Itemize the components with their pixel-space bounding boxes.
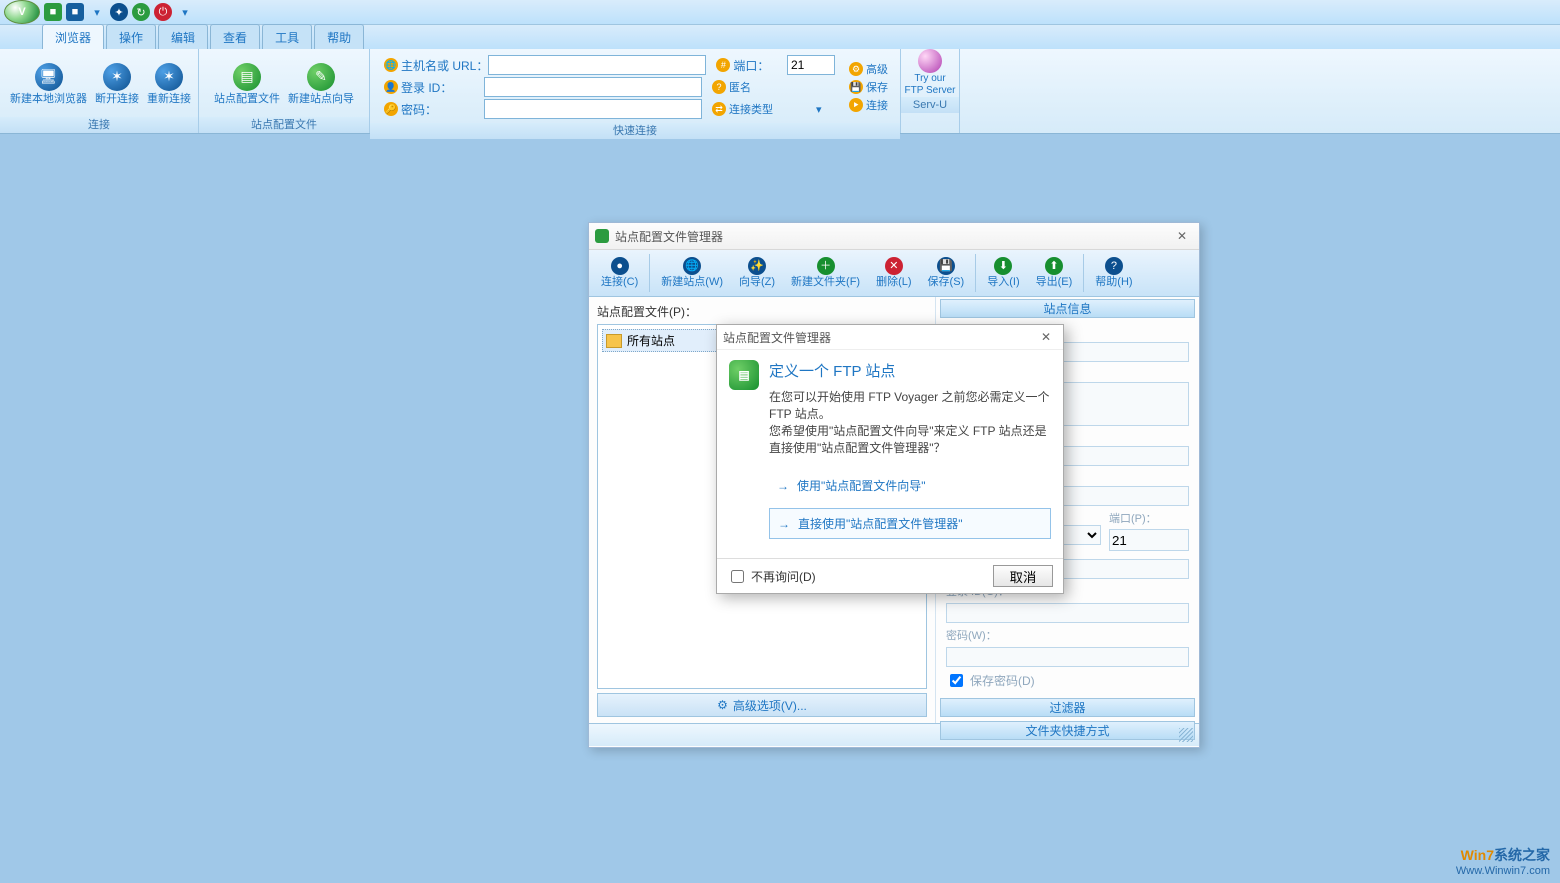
cancel-button[interactable]: 取消 — [993, 565, 1053, 587]
spm-port-input[interactable] — [1109, 529, 1189, 551]
qat-btn-1[interactable]: ■ — [44, 3, 62, 21]
gear-icon: ⚙ — [717, 698, 728, 712]
wiz-text-1: 在您可以开始使用 FTP Voyager 之前您必需定义一个 FTP 站点。 — [769, 389, 1051, 423]
spm-delete-button[interactable]: ✕删除(L) — [868, 255, 919, 291]
save-button[interactable]: 💾保存 — [849, 79, 888, 95]
qat-btn-5[interactable]: ⏻ — [154, 3, 172, 21]
accordion-shortcut[interactable]: 文件夹快捷方式 — [940, 721, 1195, 740]
app-orb-button[interactable]: V — [4, 0, 40, 24]
connection-type-dropdown[interactable]: ⇄连接类型▾ — [712, 101, 822, 117]
disconnect-button[interactable]: ✶ 断开连接 — [91, 61, 143, 108]
try-ftp-server-button[interactable]: Try our FTP Server — [901, 49, 959, 97]
use-wizard-link[interactable]: →使用"站点配置文件向导" — [769, 471, 1051, 500]
spm-toolbar: ●连接(C) 🌐新建站点(W) ✨向导(Z) ＋新建文件夹(F) ✕删除(L) … — [589, 250, 1199, 297]
profile-tree-label: 站点配置文件(P)： — [597, 303, 927, 320]
connect-icon: ⯈ — [849, 98, 863, 112]
group-label-quick: 快速连接 — [370, 123, 900, 139]
spm-password-input[interactable] — [946, 647, 1189, 667]
serv-u-icon — [918, 49, 942, 73]
arrow-right-icon: → — [778, 517, 790, 531]
spm-wizard-button[interactable]: ✨向导(Z) — [731, 255, 783, 291]
reconnect-button[interactable]: ✶ 重新连接 — [143, 61, 195, 108]
group-label-servo: Serv-U — [901, 97, 959, 113]
define-site-prompt-dialog: 站点配置文件管理器 ✕ ▤ 定义一个 FTP 站点 在您可以开始使用 FTP V… — [716, 324, 1064, 594]
save-password-checkbox[interactable]: 保存密码(D) — [946, 671, 1189, 690]
wiz-titlebar[interactable]: 站点配置文件管理器 ✕ — [717, 325, 1063, 350]
advanced-options-button[interactable]: ⚙ 高级选项(V)... — [597, 693, 927, 717]
spm-connect-button[interactable]: ●连接(C) — [593, 255, 646, 291]
globe-icon: 🌐 — [384, 58, 398, 72]
group-label-site: 站点配置文件 — [199, 117, 369, 133]
ribbon-tabstrip: 浏览器 操作 编辑 查看 工具 帮助 — [0, 25, 1560, 49]
group-label-connect: 连接 — [0, 117, 198, 133]
wiz-heading: 定义一个 FTP 站点 — [769, 360, 1051, 381]
qat-btn-4[interactable]: ↻ — [132, 3, 150, 21]
connect-icon: ● — [611, 257, 629, 275]
connect-button[interactable]: ⯈连接 — [849, 97, 888, 113]
password-input[interactable] — [484, 99, 702, 119]
use-manager-link[interactable]: →直接使用"站点配置文件管理器" — [769, 508, 1051, 539]
login-id-input[interactable] — [484, 77, 702, 97]
spm-titlebar[interactable]: 站点配置文件管理器 ✕ — [589, 223, 1199, 250]
spm-new-folder-button[interactable]: ＋新建文件夹(F) — [783, 255, 868, 291]
anon-icon: ? — [712, 80, 726, 94]
folder-plus-icon: ＋ — [817, 257, 835, 275]
qat-customize[interactable]: ▾ — [176, 3, 194, 21]
spm-export-button[interactable]: ⬆导出(E) — [1028, 255, 1081, 291]
anonymous-checkbox[interactable]: ?匿名 — [712, 79, 751, 95]
disconnect-icon: ✶ — [103, 63, 131, 91]
port-input[interactable] — [787, 55, 835, 75]
qat-btn-3[interactable]: ✦ — [110, 3, 128, 21]
host-input[interactable] — [488, 55, 706, 75]
ribbon: 🖥 新建本地浏览器 ✶ 断开连接 ✶ 重新连接 连接 ▤ 站点配置文件 ✎ 新建… — [0, 49, 1560, 134]
new-site-wizard-button[interactable]: ✎ 新建站点向导 — [284, 61, 358, 108]
wizard-large-icon: ▤ — [729, 360, 759, 390]
save-icon: 💾 — [849, 80, 863, 94]
wand-icon: ✨ — [748, 257, 766, 275]
qat-dropdown[interactable]: ▾ — [88, 3, 106, 21]
reconnect-icon: ✶ — [155, 63, 183, 91]
resize-handle[interactable] — [1179, 728, 1193, 742]
port-icon: # — [716, 58, 730, 72]
quick-access-toolbar: V ■ ■ ▾ ✦ ↻ ⏻ ▾ — [0, 0, 1560, 25]
spm-close-button[interactable]: ✕ — [1171, 227, 1193, 245]
globe-plus-icon: 🌐 — [683, 257, 701, 275]
wiz-close-button[interactable]: ✕ — [1035, 328, 1057, 346]
tab-view[interactable]: 查看 — [210, 24, 260, 49]
spm-new-site-button[interactable]: 🌐新建站点(W) — [653, 255, 731, 291]
conn-type-icon: ⇄ — [712, 102, 726, 116]
spm-login-input[interactable] — [946, 603, 1189, 623]
tab-help[interactable]: 帮助 — [314, 24, 364, 49]
spm-save-button[interactable]: 💾保存(S) — [920, 255, 973, 291]
tab-action[interactable]: 操作 — [106, 24, 156, 49]
export-icon: ⬆ — [1045, 257, 1063, 275]
tab-tools[interactable]: 工具 — [262, 24, 312, 49]
spm-help-button[interactable]: ?帮助(H) — [1087, 255, 1140, 291]
advanced-button[interactable]: ⚙高级 — [849, 61, 888, 77]
wizard-icon: ✎ — [307, 63, 335, 91]
user-icon: 👤 — [384, 80, 398, 94]
folder-icon — [606, 334, 622, 348]
tab-browser[interactable]: 浏览器 — [42, 24, 104, 49]
watermark: Win7系统之家 Www.Winwin7.com — [1456, 845, 1550, 877]
profile-icon: ▤ — [233, 63, 261, 91]
spm-icon — [595, 229, 609, 243]
key-icon: 🔑 — [384, 102, 398, 116]
qat-btn-2[interactable]: ■ — [66, 3, 84, 21]
wiz-text-2: 您希望使用"站点配置文件向导"来定义 FTP 站点还是直接使用"站点配置文件管理… — [769, 423, 1051, 457]
import-icon: ⬇ — [994, 257, 1012, 275]
new-local-browser-button[interactable]: 🖥 新建本地浏览器 — [6, 61, 91, 108]
accordion-filter[interactable]: 过滤器 — [940, 698, 1195, 717]
arrow-right-icon: → — [777, 479, 789, 493]
tab-edit[interactable]: 编辑 — [158, 24, 208, 49]
accordion-site-info[interactable]: 站点信息 — [940, 299, 1195, 318]
help-icon: ? — [1105, 257, 1123, 275]
dont-ask-checkbox[interactable]: 不再询问(D) — [727, 567, 816, 586]
gear-icon: ⚙ — [849, 62, 863, 76]
spm-import-button[interactable]: ⬇导入(I) — [979, 255, 1027, 291]
delete-icon: ✕ — [885, 257, 903, 275]
save-icon: 💾 — [937, 257, 955, 275]
site-profile-button[interactable]: ▤ 站点配置文件 — [210, 61, 284, 108]
monitor-icon: 🖥 — [35, 63, 63, 91]
